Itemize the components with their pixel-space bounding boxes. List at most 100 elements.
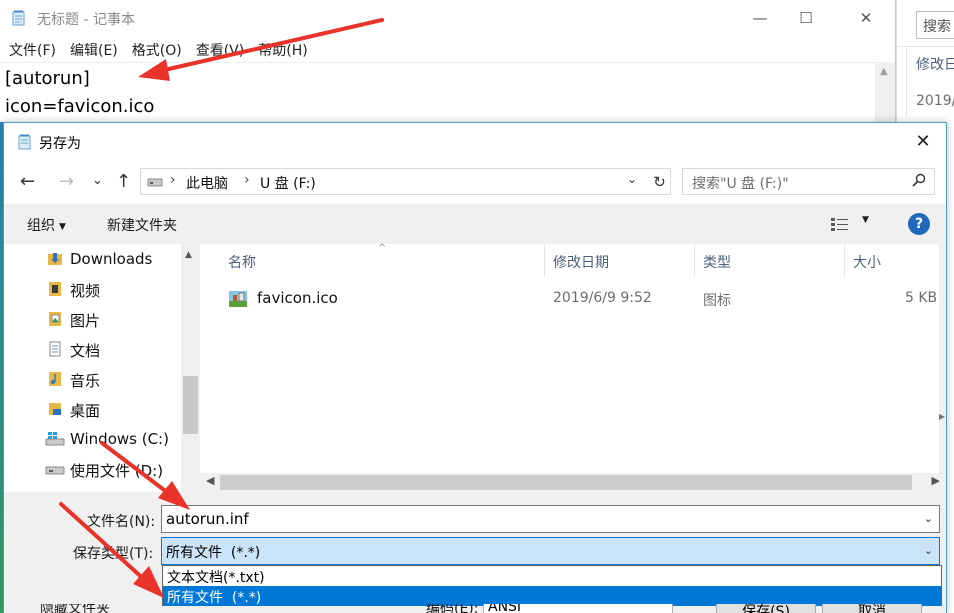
hide-folders-toggle[interactable]: 隐藏文件夹 [40,604,110,613]
new-folder-button[interactable]: 新建文件夹 [107,215,177,235]
tree-item-label: 桌面 [70,402,101,420]
file-size: 5 KB [905,290,938,306]
column-header-label: 修改日期 [553,255,609,271]
column-header-label: 名称 [228,255,256,271]
encoding-select[interactable]: ANSI [483,604,673,613]
navigation-bar: ← → ⌄ ↑ › 此电脑 › U 盘 (F:) ⌄ ↻ 搜索"U 盘 (F:)… [4,160,946,204]
drive-icon [147,178,163,187]
documents-folder-icon [49,341,61,357]
column-header-modified[interactable]: 修改日期 [545,244,695,277]
filename-field[interactable]: autorun.inf ⌄ [161,505,940,533]
tree-item-label: Downloads [70,250,153,268]
up-button[interactable]: ↑ [116,170,131,194]
notepad-menubar: 文件(F) 编辑(E) 格式(O) 查看(V) 帮助(H) [0,36,313,60]
chevron-down-icon[interactable]: ⌄ [627,172,637,186]
filetype-option-all[interactable]: 所有文件 (*.*) [163,586,941,606]
recent-locations-button[interactable]: ⌄ [92,169,103,193]
chevron-down-icon[interactable]: ⌄ [924,544,933,557]
music-folder-icon [49,372,61,386]
filetype-select[interactable]: 所有文件 (*.*) ⌄ [161,537,940,565]
drive-icon [45,466,65,475]
dialog-title: 另存为 [39,136,81,152]
background-column-header[interactable]: 修改日 [916,54,954,74]
search-placeholder: 搜索"U 盘 (F:)" [692,176,789,192]
search-input[interactable]: 搜索"U 盘 (F:)" [682,168,935,195]
browser-panes: Downloads 视频 图片 文档 音乐 桌面 Windows (C:) 使用… [4,243,946,492]
caret-down-icon: ▼ [59,222,66,232]
tree-item-downloads[interactable]: Downloads [4,244,180,274]
organize-button[interactable]: 组织 ▼ [27,215,66,235]
menu-file[interactable]: 文件(F) [0,36,61,60]
file-name: favicon.ico [257,289,338,307]
scrollbar-thumb[interactable] [183,376,198,434]
column-header-size[interactable]: 大小 [845,244,939,277]
tree-item-windows-c[interactable]: Windows (C:) [4,424,180,454]
scroll-up-icon[interactable]: ▲ [185,250,192,260]
close-button[interactable]: ✕ [843,6,889,30]
dialog-bottom-row: 隐藏文件夹 编码(E): ANSI 保存(S) 取消 [4,604,946,613]
minimize-button[interactable]: — [737,6,783,30]
tree-item-label: 使用文件 (D:) [70,462,164,480]
view-details-icon[interactable] [830,216,850,232]
notepad-title: 无标题 - 记事本 [37,12,135,28]
scrollbar-thumb[interactable] [220,475,912,490]
save-button[interactable]: 保存(S) [716,604,816,613]
breadcrumb-separator-icon[interactable]: › [244,172,250,188]
tree-item-music[interactable]: 音乐 [4,364,180,394]
pictures-folder-icon [49,312,61,326]
breadcrumb-u-drive[interactable]: U 盘 (F:) [260,173,316,193]
save-as-dialog: 另存为 ✕ ← → ⌄ ↑ › 此电脑 › U 盘 (F:) ⌄ ↻ 搜索"U … [3,122,947,613]
column-header-type[interactable]: 类型 [695,244,845,277]
forward-button[interactable]: → [59,170,74,194]
filetype-value: 所有文件 (*.*) [166,545,261,561]
refresh-button[interactable]: ↻ [649,168,671,195]
file-list-scrollbar[interactable]: ▶ [939,244,946,473]
tree-item-videos[interactable]: 视频 [4,274,180,304]
menu-format[interactable]: 格式(O) [123,36,187,60]
help-button[interactable]: ? [908,213,930,235]
notepad-scrollbar[interactable]: ▲ [875,62,895,122]
filetype-option-txt[interactable]: 文本文档(*.txt) [163,566,941,586]
filetype-dropdown: 文本文档(*.txt) 所有文件 (*.*) [162,565,942,606]
command-bar: 组织 ▼ 新建文件夹 ▼ ? [4,204,946,244]
file-type: 图标 [703,293,731,309]
scroll-left-icon[interactable]: ◀ [206,474,214,487]
menu-view[interactable]: 查看(V) [187,36,250,60]
file-modified: 2019/6/9 9:52 [553,290,652,306]
scroll-up-icon[interactable]: ▲ [880,66,888,77]
notepad-titlebar: 无标题 - 记事本 — ☐ ✕ [0,0,896,36]
tree-scrollbar[interactable]: ▲ [181,244,200,492]
tree-item-desktop[interactable]: 桌面 [4,394,180,424]
background-column-divider [906,47,907,117]
dialog-close-button[interactable]: ✕ [906,129,940,155]
tree-item-label: 音乐 [70,372,101,390]
tree-item-documents[interactable]: 文档 [4,334,180,364]
tree-item-label: 文档 [70,342,101,360]
breadcrumb-this-pc[interactable]: 此电脑 [186,173,228,193]
menu-edit[interactable]: 编辑(E) [61,36,123,60]
notepad-icon [18,134,31,150]
chevron-down-icon[interactable]: ⌄ [924,512,933,525]
background-date-cell: 2019/6 [916,93,954,109]
menu-help[interactable]: 帮助(H) [249,36,312,60]
background-search-input[interactable]: 搜索 [916,11,954,39]
view-options-caret-icon[interactable]: ▼ [862,215,869,225]
file-list: 名称 ^ 修改日期 类型 大小 favicon.ico 2019/6/9 9:5… [200,243,946,492]
scroll-right-icon[interactable]: ▶ [932,474,940,487]
notepad-text-area[interactable]: [autorun] icon=favicon.ico [0,62,875,122]
file-row[interactable]: favicon.ico 2019/6/9 9:52 图标 5 KB [200,282,946,314]
desktop-folder-icon [49,403,61,415]
column-header-name[interactable]: 名称 ^ [200,243,545,277]
address-bar[interactable]: › 此电脑 › U 盘 (F:) ⌄ [140,168,671,195]
back-button[interactable]: ← [20,170,35,194]
cancel-button[interactable]: 取消 [822,604,922,613]
tree-item-label: 视频 [70,282,101,300]
scroll-arrow-icon[interactable]: ▶ [939,412,945,421]
maximize-button[interactable]: ☐ [783,6,829,30]
tree-item-pictures[interactable]: 图片 [4,304,180,334]
ico-file-icon [229,291,247,307]
breadcrumb-separator-icon[interactable]: › [170,172,176,188]
text-line: icon=favicon.ico [5,96,155,117]
tree-item-drive-d[interactable]: 使用文件 (D:) [4,454,180,484]
horizontal-scrollbar[interactable]: ◀ ▶ [200,473,946,492]
